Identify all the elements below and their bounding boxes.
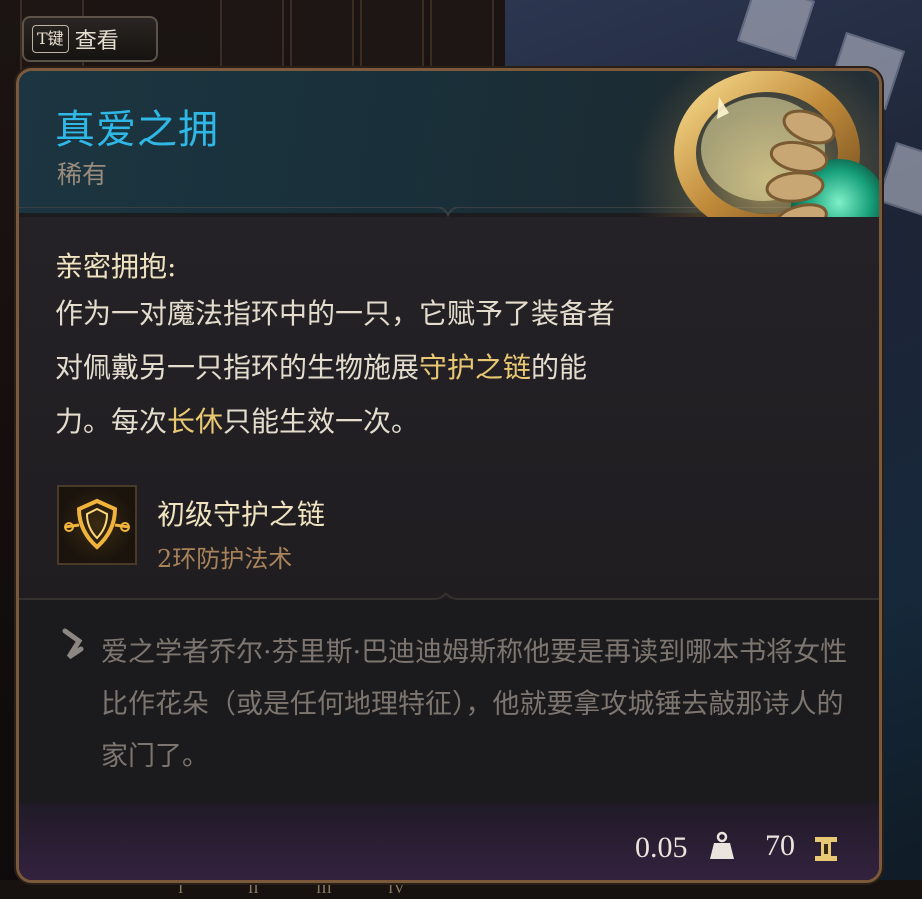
gold-icon	[815, 837, 837, 861]
warding-bond-icon[interactable]	[57, 485, 137, 565]
scene-tile	[876, 141, 922, 221]
item-tooltip: 真爱之拥 稀有 亲密拥抱: 作为一对魔法指环中的一只，它赋予了装备者对佩戴另一只…	[16, 68, 882, 883]
scene-tile	[736, 0, 816, 61]
desc-segment: 只能生效一次。	[223, 405, 420, 438]
inventory-slot[interactable]	[430, 0, 494, 72]
passive-description: 作为一对魔法指环中的一只，它赋予了装备者对佩戴另一只指环的生物施展守护之链的能力…	[55, 287, 615, 449]
inventory-slot[interactable]	[290, 0, 354, 72]
tooltip-footer	[19, 803, 879, 880]
passive-title: 亲密拥抱:	[55, 250, 177, 283]
warding-bond-link[interactable]: 守护之链	[419, 351, 531, 384]
inventory-slot[interactable]	[220, 0, 284, 72]
item-name: 真爱之拥	[55, 107, 219, 153]
lore-text: 爱之学者乔尔·芬里斯·巴迪迪姆斯称他要是再读到哪本书将女性比作花朵（或是任何地理…	[101, 637, 848, 772]
lore-divider	[19, 593, 879, 600]
spell-level: 2环防护法术	[157, 545, 293, 573]
inventory-slot[interactable]	[360, 0, 424, 72]
quill-icon	[62, 628, 84, 660]
key-hint-action: 查看	[74, 29, 119, 54]
long-rest-link[interactable]: 长休	[167, 405, 223, 438]
key-cap: T键	[32, 25, 69, 53]
inspect-key-hint[interactable]: T键 查看	[22, 16, 158, 62]
item-weight: 0.05	[635, 831, 688, 864]
spell-name: 初级守护之链	[157, 498, 326, 531]
shield-chain-icon	[64, 498, 130, 550]
weight-icon	[710, 831, 734, 859]
item-price: 70	[765, 829, 795, 862]
item-rarity: 稀有	[57, 160, 108, 189]
